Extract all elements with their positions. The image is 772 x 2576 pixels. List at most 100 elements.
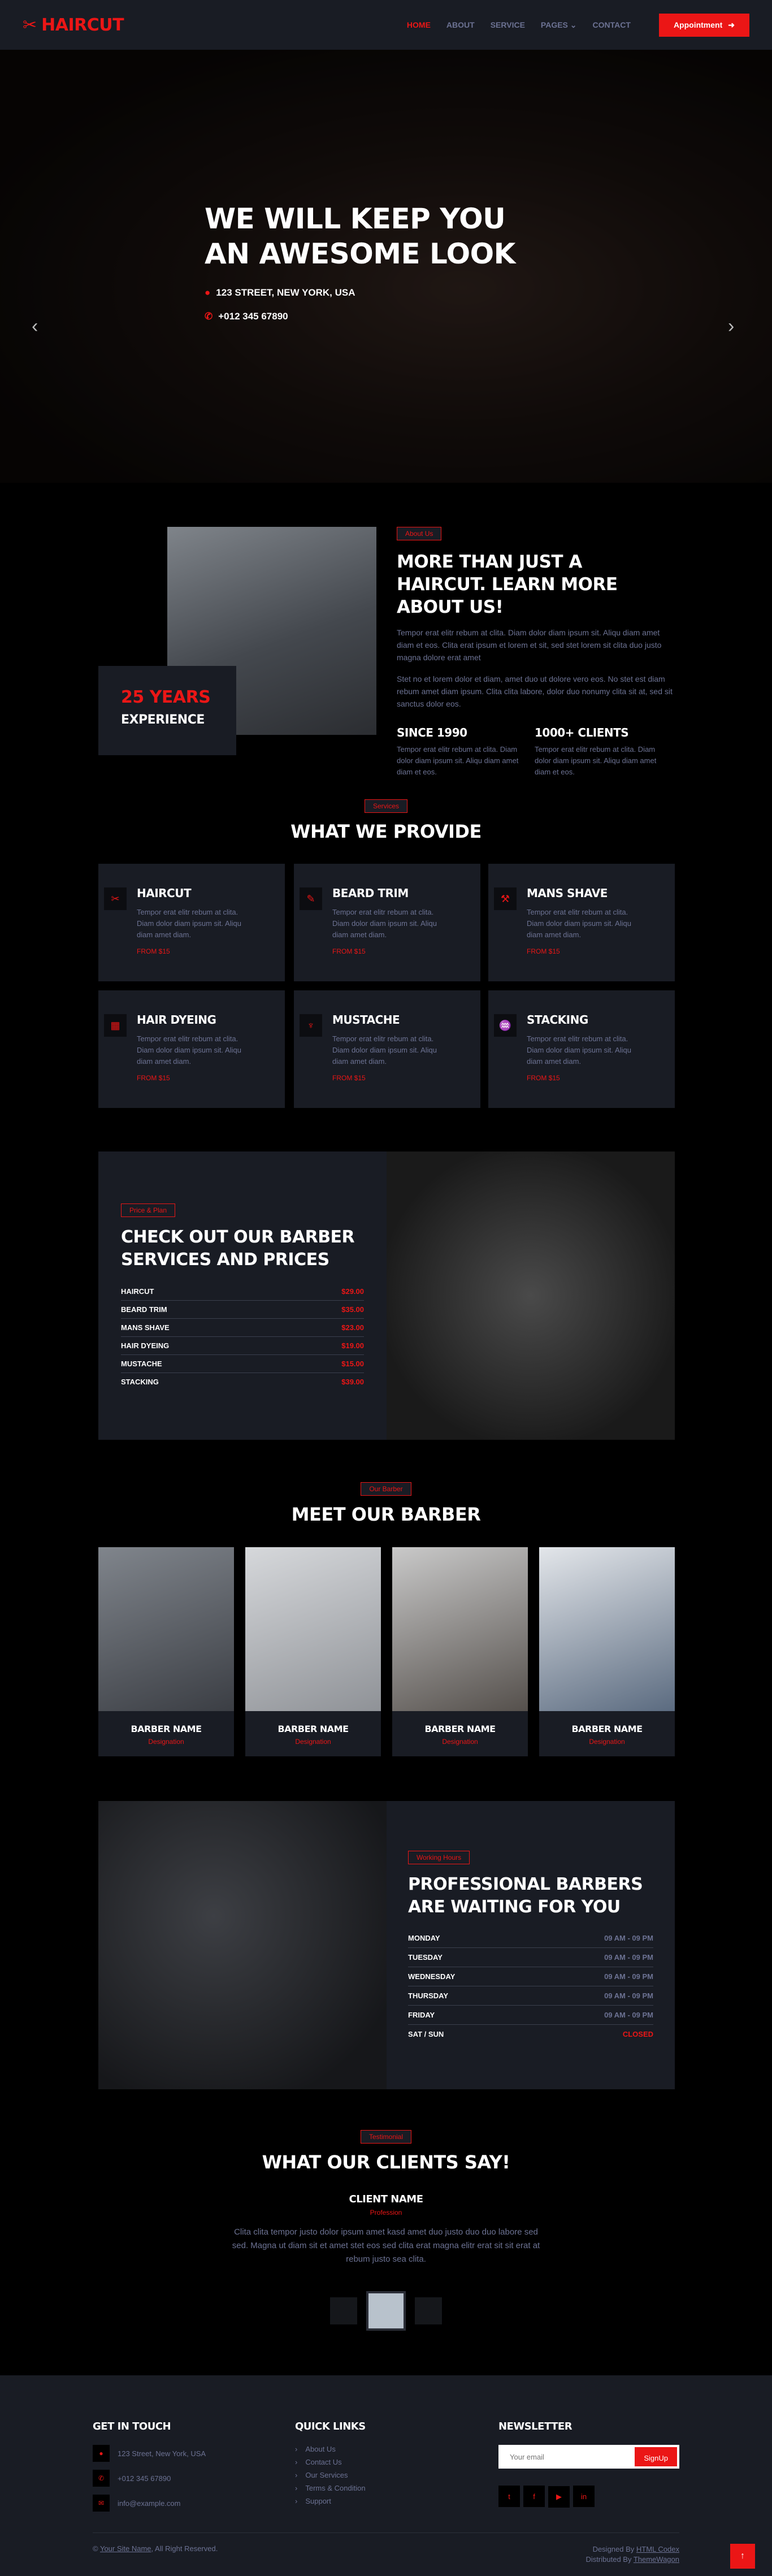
barber-photo bbox=[245, 1547, 381, 1711]
footer-phone-text: +012 345 67890 bbox=[118, 2474, 171, 2483]
linkedin-icon[interactable]: in bbox=[573, 2486, 595, 2507]
team-tag: Our Barber bbox=[361, 1482, 411, 1496]
since-stat: SINCE 1990 Tempor erat elitr rebum at cl… bbox=[397, 726, 521, 778]
hours-day: WEDNESDAY bbox=[408, 1972, 456, 1981]
twitter-icon[interactable]: t bbox=[498, 2486, 520, 2507]
clients-text: Tempor erat elitr rebum at clita. Diam d… bbox=[535, 745, 657, 776]
price-value: $15.00 bbox=[341, 1360, 364, 1368]
service-price: FROM $15 bbox=[527, 947, 560, 955]
envelope-icon: ✉ bbox=[93, 2495, 110, 2512]
team-card[interactable]: BARBER NAME Designation bbox=[98, 1547, 234, 1756]
carousel-next-button[interactable]: › bbox=[728, 315, 734, 337]
map-marker-icon: ● bbox=[205, 287, 211, 298]
barber-photo bbox=[392, 1547, 528, 1711]
price-value: $23.00 bbox=[341, 1323, 364, 1332]
signup-button[interactable]: SignUp bbox=[635, 2447, 677, 2466]
nav-pages-label: PAGES bbox=[540, 20, 568, 29]
newsletter-email-input[interactable] bbox=[498, 2445, 633, 2469]
price-service: MANS SHAVE bbox=[121, 1323, 170, 1332]
footer-link-label: Support bbox=[305, 2497, 331, 2505]
nav-contact[interactable]: CONTACT bbox=[593, 20, 631, 29]
hours-row: TUESDAY 09 AM - 09 PM bbox=[408, 1948, 653, 1967]
price-service: BEARD TRIM bbox=[121, 1305, 167, 1314]
footer-address: ● 123 Street, New York, USA bbox=[93, 2445, 206, 2462]
phone-icon: ✆ bbox=[205, 311, 213, 322]
client-profession: Profession bbox=[370, 2209, 402, 2216]
nav-home[interactable]: HOME bbox=[407, 20, 431, 29]
hours-day: MONDAY bbox=[408, 1934, 440, 1942]
pricing-title: CHECK OUT OUR BARBER SERVICES AND PRICES bbox=[121, 1227, 355, 1270]
footer-link-support[interactable]: › Support bbox=[295, 2497, 366, 2505]
service-card[interactable]: ♒ STACKING Tempor erat elitr rebum at clit… bbox=[488, 990, 675, 1108]
nav-about[interactable]: ABOUT bbox=[446, 20, 475, 29]
facebook-icon[interactable]: f bbox=[523, 2486, 545, 2507]
price-row: STACKING $39.00 bbox=[121, 1373, 364, 1391]
service-card[interactable]: ♆ MUSTACHE Tempor erat elitr rebum at clit… bbox=[294, 990, 480, 1108]
footer-email: ✉ info@example.com bbox=[93, 2495, 206, 2512]
service-title: STACKING bbox=[527, 1013, 588, 1027]
footer-link-label: About Us bbox=[305, 2445, 336, 2453]
service-card[interactable]: ✂ HAIRCUT Tempor erat elitr rebum at clita… bbox=[98, 864, 285, 981]
arrow-up-icon: ↑ bbox=[740, 2551, 745, 2561]
youtube-icon[interactable]: ▶ bbox=[548, 2486, 570, 2508]
footer-newsletter: NEWSLETTER SignUp tf▶in bbox=[498, 2421, 679, 2508]
price-value: $29.00 bbox=[341, 1287, 364, 1296]
scissors-icon: ✂ bbox=[104, 887, 127, 910]
services-title: WHAT WE PROVIDE bbox=[290, 821, 482, 842]
phone-icon: ✆ bbox=[93, 2470, 110, 2487]
service-card[interactable]: ✎ BEARD TRIM Tempor erat elitr rebum at cl… bbox=[294, 864, 480, 981]
since-text: Tempor erat elitr rebum at clita. Diam d… bbox=[397, 745, 519, 776]
brand-logo[interactable]: ✂ HAIRCUT bbox=[23, 15, 124, 35]
nav-pages[interactable]: PAGES ⌄ bbox=[541, 20, 577, 30]
team-card[interactable]: BARBER NAME Designation bbox=[392, 1547, 528, 1756]
distributor-link[interactable]: ThemeWagon bbox=[634, 2555, 679, 2564]
price-service: HAIRCUT bbox=[121, 1287, 154, 1296]
back-to-top-button[interactable]: ↑ bbox=[730, 2544, 755, 2569]
site-name-link[interactable]: Your Site Name bbox=[100, 2544, 151, 2553]
testimonial-thumbs bbox=[0, 2291, 772, 2331]
razor-icon: ✎ bbox=[300, 887, 322, 910]
footer-link-services[interactable]: › Our Services bbox=[295, 2471, 366, 2479]
service-title: MANS SHAVE bbox=[527, 886, 608, 900]
appointment-button[interactable]: Appointment ➜ bbox=[658, 13, 749, 37]
price-service: MUSTACHE bbox=[121, 1360, 162, 1368]
hours-time: 09 AM - 09 PM bbox=[604, 2011, 653, 2019]
team-header: Our Barber MEET OUR BARBER bbox=[0, 1482, 772, 1525]
barber-tools-image bbox=[387, 1151, 675, 1440]
team-card[interactable]: BARBER NAME Designation bbox=[539, 1547, 675, 1756]
client-thumb[interactable] bbox=[415, 2297, 443, 2324]
hero-carousel: WE WILL KEEP YOU AN AWESOME LOOK ● 123 ST… bbox=[0, 50, 772, 483]
barber-photo bbox=[98, 1547, 234, 1711]
team-card[interactable]: BARBER NAME Designation bbox=[245, 1547, 381, 1756]
chevron-down-icon: ⌄ bbox=[570, 20, 577, 29]
hero-phone: ✆ +012 345 67890 bbox=[205, 311, 288, 322]
footer-link-contact[interactable]: › Contact Us bbox=[295, 2458, 366, 2466]
appointment-label: Appointment bbox=[673, 20, 723, 29]
copyright-text: © Your Site Name, All Right Reserved. bbox=[93, 2544, 218, 2553]
service-price: FROM $15 bbox=[137, 1074, 170, 1082]
client-thumb[interactable] bbox=[329, 2297, 357, 2324]
service-title: BEARD TRIM bbox=[332, 886, 409, 900]
nav-service[interactable]: SERVICE bbox=[491, 20, 525, 29]
service-title: HAIRCUT bbox=[137, 886, 192, 900]
hours-row: THURSDAY 09 AM - 09 PM bbox=[408, 1986, 653, 2006]
footer-link-terms[interactable]: › Terms & Condition bbox=[295, 2484, 366, 2492]
designer-link[interactable]: HTML Codex bbox=[636, 2545, 679, 2553]
about-paragraph-2: Stet no et lorem dolor et diam, amet duo… bbox=[397, 674, 673, 708]
chevron-right-icon: › bbox=[295, 2458, 298, 2466]
barber-name: BARBER NAME bbox=[424, 1724, 496, 1734]
since-title: SINCE 1990 bbox=[397, 726, 467, 739]
barber-kit-image bbox=[98, 1801, 387, 2089]
newsletter-form: SignUp bbox=[498, 2445, 679, 2469]
price-row: HAIRCUT $29.00 bbox=[121, 1283, 364, 1301]
experience-years: 25 YEARS bbox=[121, 687, 211, 707]
service-desc: Tempor erat elitr rebum at clita. Diam d… bbox=[137, 908, 241, 939]
footer-link-about[interactable]: › About Us bbox=[295, 2445, 366, 2453]
barber-designation: Designation bbox=[148, 1738, 184, 1746]
barber-name: BARBER NAME bbox=[571, 1724, 643, 1734]
hours-title: PROFESSIONAL BARBERS ARE WAITING FOR YOU bbox=[408, 1874, 643, 1917]
client-thumb-active[interactable] bbox=[366, 2291, 406, 2331]
carousel-prev-button[interactable]: ‹ bbox=[32, 315, 38, 337]
service-card[interactable]: ⚒ MANS SHAVE Tempor erat elitr rebum at cl… bbox=[488, 864, 675, 981]
service-card[interactable]: ▦ HAIR DYEING Tempor erat elitr rebum at c… bbox=[98, 990, 285, 1108]
